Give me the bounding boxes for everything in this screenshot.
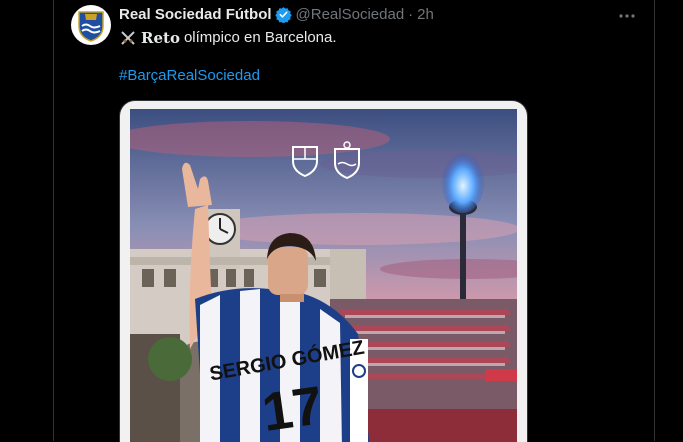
timeline-border-right <box>654 0 655 441</box>
avatar[interactable] <box>71 5 111 45</box>
tweet-text: Reto olímpico en Barcelona. <box>119 28 337 48</box>
more-options-icon <box>619 14 635 18</box>
tweet-media[interactable]: SERGIO GÓMEZ 17 <box>119 100 528 442</box>
timestamp[interactable]: 2h <box>417 6 434 23</box>
author-handle[interactable]: @RealSociedad <box>296 6 405 23</box>
verified-badge-icon[interactable] <box>274 6 292 23</box>
crossed-swords-icon <box>121 31 135 45</box>
jersey-number: 17 <box>259 375 327 442</box>
tweet-text-rest: olímpico en Barcelona. <box>183 29 337 46</box>
timeline-border-left <box>53 0 54 441</box>
tweet-header: Real Sociedad Fútbol @RealSociedad · 2h <box>119 6 434 23</box>
tweet-text-bold: Reto <box>141 29 180 47</box>
real-sociedad-crest-icon <box>78 11 104 42</box>
hashtag-link[interactable]: #BarçaRealSociedad <box>119 67 260 84</box>
match-poster-image: SERGIO GÓMEZ 17 <box>130 109 517 442</box>
author-name[interactable]: Real Sociedad Fútbol <box>119 6 272 23</box>
more-options-button[interactable] <box>617 6 637 26</box>
separator-dot: · <box>408 6 414 23</box>
